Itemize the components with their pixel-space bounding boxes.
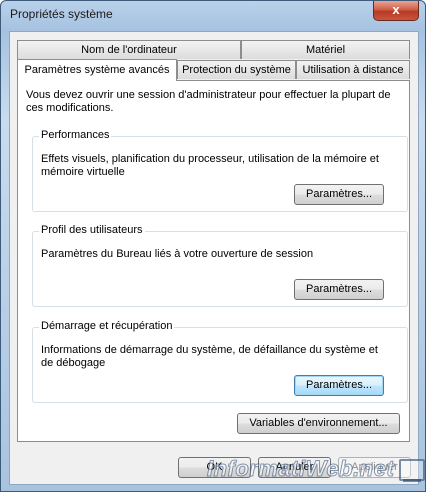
watermark-text: InformatiWeb.net	[206, 456, 395, 482]
performances-group: Performances Effets visuels, planificati…	[32, 129, 408, 212]
demarrage-group: Démarrage et récupération Informations d…	[32, 320, 408, 403]
demarrage-description: Informations de démarrage du système, de…	[41, 344, 378, 369]
window-title: Propriétés système	[10, 7, 113, 21]
close-icon: x	[392, 2, 400, 17]
demarrage-label: Démarrage et récupération	[39, 320, 175, 332]
profil-description: Paramètres du Bureau liés à votre ouvert…	[41, 248, 314, 260]
laptop-icon	[399, 459, 425, 481]
title-bar[interactable]: Propriétés système x	[1, 1, 425, 29]
environment-variables-button[interactable]: Variables d'environnement...	[237, 413, 400, 434]
profil-settings-button[interactable]: Paramètres...	[294, 279, 384, 300]
tab-parametres-avances[interactable]: Paramètres système avancés	[17, 59, 177, 81]
profil-group: Profil des utilisateurs Paramètres du Bu…	[32, 224, 408, 307]
tab-protection-systeme[interactable]: Protection du système	[177, 60, 296, 79]
dialog-client-area: Nom de l'ordinateur Matériel Paramètres …	[9, 31, 419, 485]
close-button[interactable]: x	[373, 1, 419, 21]
system-properties-window: Propriétés système x Nom de l'ordinateur…	[0, 0, 426, 492]
intro-text: Vous devez ouvrir une session d'administ…	[26, 89, 391, 114]
tab-label: Matériel	[305, 44, 346, 56]
tab-utilisation-distance[interactable]: Utilisation à distance	[296, 60, 410, 79]
profil-label: Profil des utilisateurs	[39, 224, 145, 236]
tab-label: Protection du système	[182, 64, 291, 76]
tab-label: Nom de l'ordinateur	[81, 44, 177, 56]
performances-description: Effets visuels, planification du process…	[41, 153, 379, 178]
tab-panel: Vous devez ouvrir une session d'administ…	[17, 80, 410, 442]
tab-nom-ordinateur[interactable]: Nom de l'ordinateur	[17, 40, 241, 59]
performances-label: Performances	[39, 129, 112, 141]
tab-label: Utilisation à distance	[302, 64, 404, 76]
tab-materiel[interactable]: Matériel	[241, 40, 410, 59]
laptop-icon-base	[403, 479, 421, 482]
performances-settings-button[interactable]: Paramètres...	[294, 184, 384, 205]
demarrage-settings-button[interactable]: Paramètres...	[294, 375, 384, 396]
tab-label: Paramètres système avancés	[24, 64, 170, 76]
